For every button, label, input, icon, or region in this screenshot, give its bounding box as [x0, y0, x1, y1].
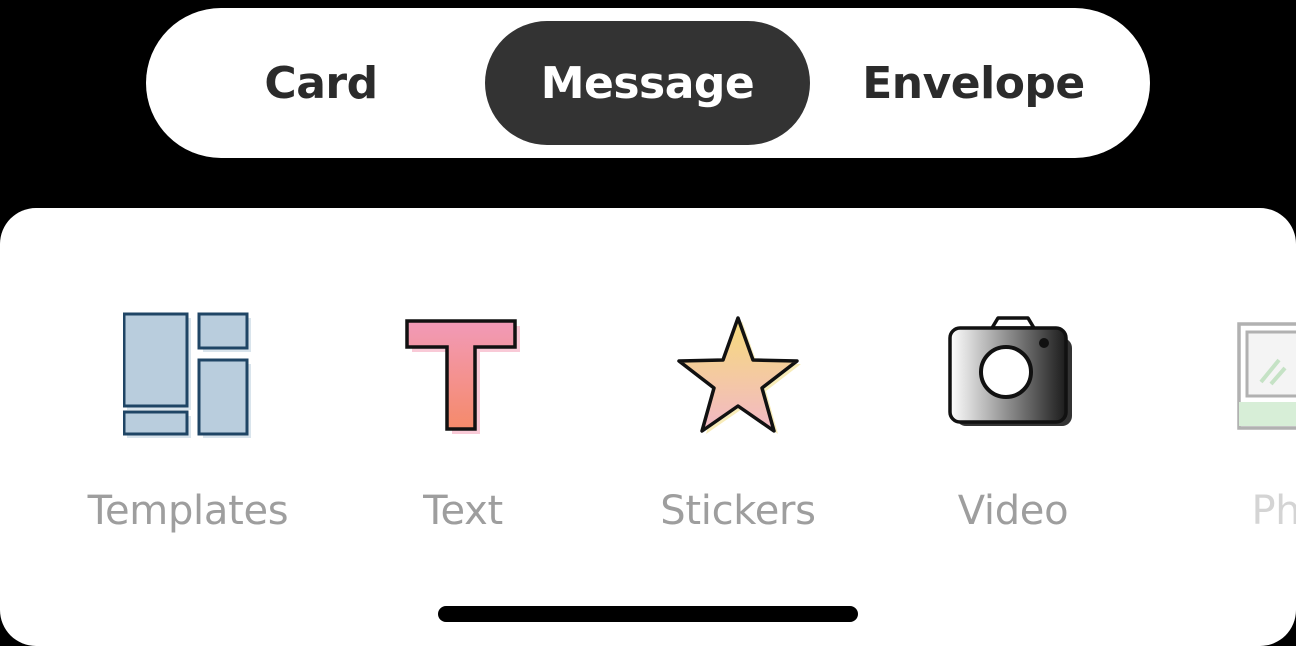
tool-stickers[interactable]: Stickers [618, 208, 858, 568]
tab-envelope[interactable]: Envelope [811, 21, 1136, 145]
tool-video[interactable]: Video [893, 208, 1133, 568]
home-indicator [438, 606, 858, 622]
text-icon [405, 319, 520, 434]
tool-templates[interactable]: Templates [68, 208, 308, 568]
photo-icon [1237, 322, 1296, 430]
tool-label-templates: Templates [87, 488, 289, 534]
tool-label-text: Text [423, 488, 503, 534]
tool-label-stickers: Stickers [660, 488, 816, 534]
tool-label-photo: Pho [1251, 488, 1296, 534]
star-icon [677, 316, 801, 434]
camera-icon [948, 316, 1072, 426]
tab-message[interactable]: Message [485, 21, 810, 145]
app-screen: Card Message Envelope Templates Text Sti… [0, 0, 1296, 646]
tool-text[interactable]: Text [343, 208, 583, 568]
tool-photo[interactable]: Pho [1168, 208, 1296, 568]
segmented-tab-bar: Card Message Envelope [146, 8, 1150, 158]
tab-card[interactable]: Card [160, 21, 482, 145]
tools-panel: Templates Text Stickers Video Ph [0, 208, 1296, 646]
tool-label-video: Video [957, 488, 1069, 534]
templates-icon [123, 312, 251, 438]
